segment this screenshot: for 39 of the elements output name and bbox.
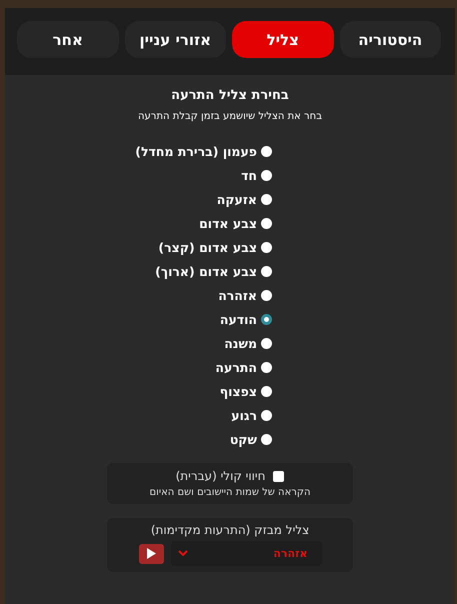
radio-button[interactable] bbox=[261, 410, 272, 421]
description-text: הקראה של שמות היישובים ושם האיום bbox=[149, 487, 311, 498]
radio-button[interactable] bbox=[261, 242, 272, 253]
checkbox[interactable] bbox=[273, 470, 284, 482]
checkbox-label[interactable]: חיווי קולי (עברית) bbox=[176, 469, 266, 483]
radio-button[interactable] bbox=[261, 362, 272, 373]
radio-label[interactable]: צבע אדום (ארוך) bbox=[155, 264, 257, 279]
radio-label[interactable]: צבע אדום bbox=[199, 216, 257, 231]
radio-label[interactable]: צפצוף bbox=[220, 384, 257, 399]
radio-button[interactable] bbox=[261, 290, 272, 301]
play-icon bbox=[146, 548, 156, 559]
radio-label[interactable]: אזהרה bbox=[218, 288, 257, 303]
radio-label[interactable]: חד bbox=[241, 168, 257, 183]
radio-button[interactable] bbox=[261, 146, 272, 157]
section-title: בחירת צליל התרעה bbox=[171, 88, 289, 103]
radio-button[interactable] bbox=[261, 386, 272, 397]
radio-label[interactable]: פעמון (ברירת מחדל) bbox=[135, 144, 257, 159]
section-subtitle: בחר את הצליל שיושמע בזמן קבלת התרעה bbox=[138, 111, 322, 122]
radio-button[interactable] bbox=[261, 194, 272, 205]
radio-button[interactable] bbox=[261, 218, 272, 229]
radio-label[interactable]: רגוע bbox=[231, 408, 257, 423]
tab[interactable]: אזורי עניין bbox=[124, 21, 226, 58]
play-button[interactable] bbox=[138, 544, 164, 564]
radio-label[interactable]: התרעה bbox=[215, 360, 257, 375]
radio-button[interactable] bbox=[261, 314, 272, 325]
field-label: צליל מבזק (התרעות מקדימות) bbox=[150, 523, 310, 537]
radio-button[interactable] bbox=[261, 338, 272, 349]
tab[interactable]: היסטוריה bbox=[340, 21, 441, 58]
radio-button[interactable] bbox=[261, 266, 272, 277]
radio-label[interactable]: צבע אדום (קצר) bbox=[158, 240, 257, 255]
radio-button[interactable] bbox=[261, 170, 272, 181]
radio-label[interactable]: שקט bbox=[230, 432, 257, 447]
caret-icon bbox=[178, 550, 188, 557]
radio-label[interactable]: הודעה bbox=[220, 312, 257, 327]
radio-button[interactable] bbox=[261, 434, 272, 445]
radio-label[interactable]: משנה bbox=[224, 336, 257, 351]
radio-label[interactable]: אזעקה bbox=[216, 192, 257, 207]
tab[interactable]: צליל bbox=[232, 21, 334, 58]
tab[interactable]: אחר bbox=[17, 21, 118, 58]
